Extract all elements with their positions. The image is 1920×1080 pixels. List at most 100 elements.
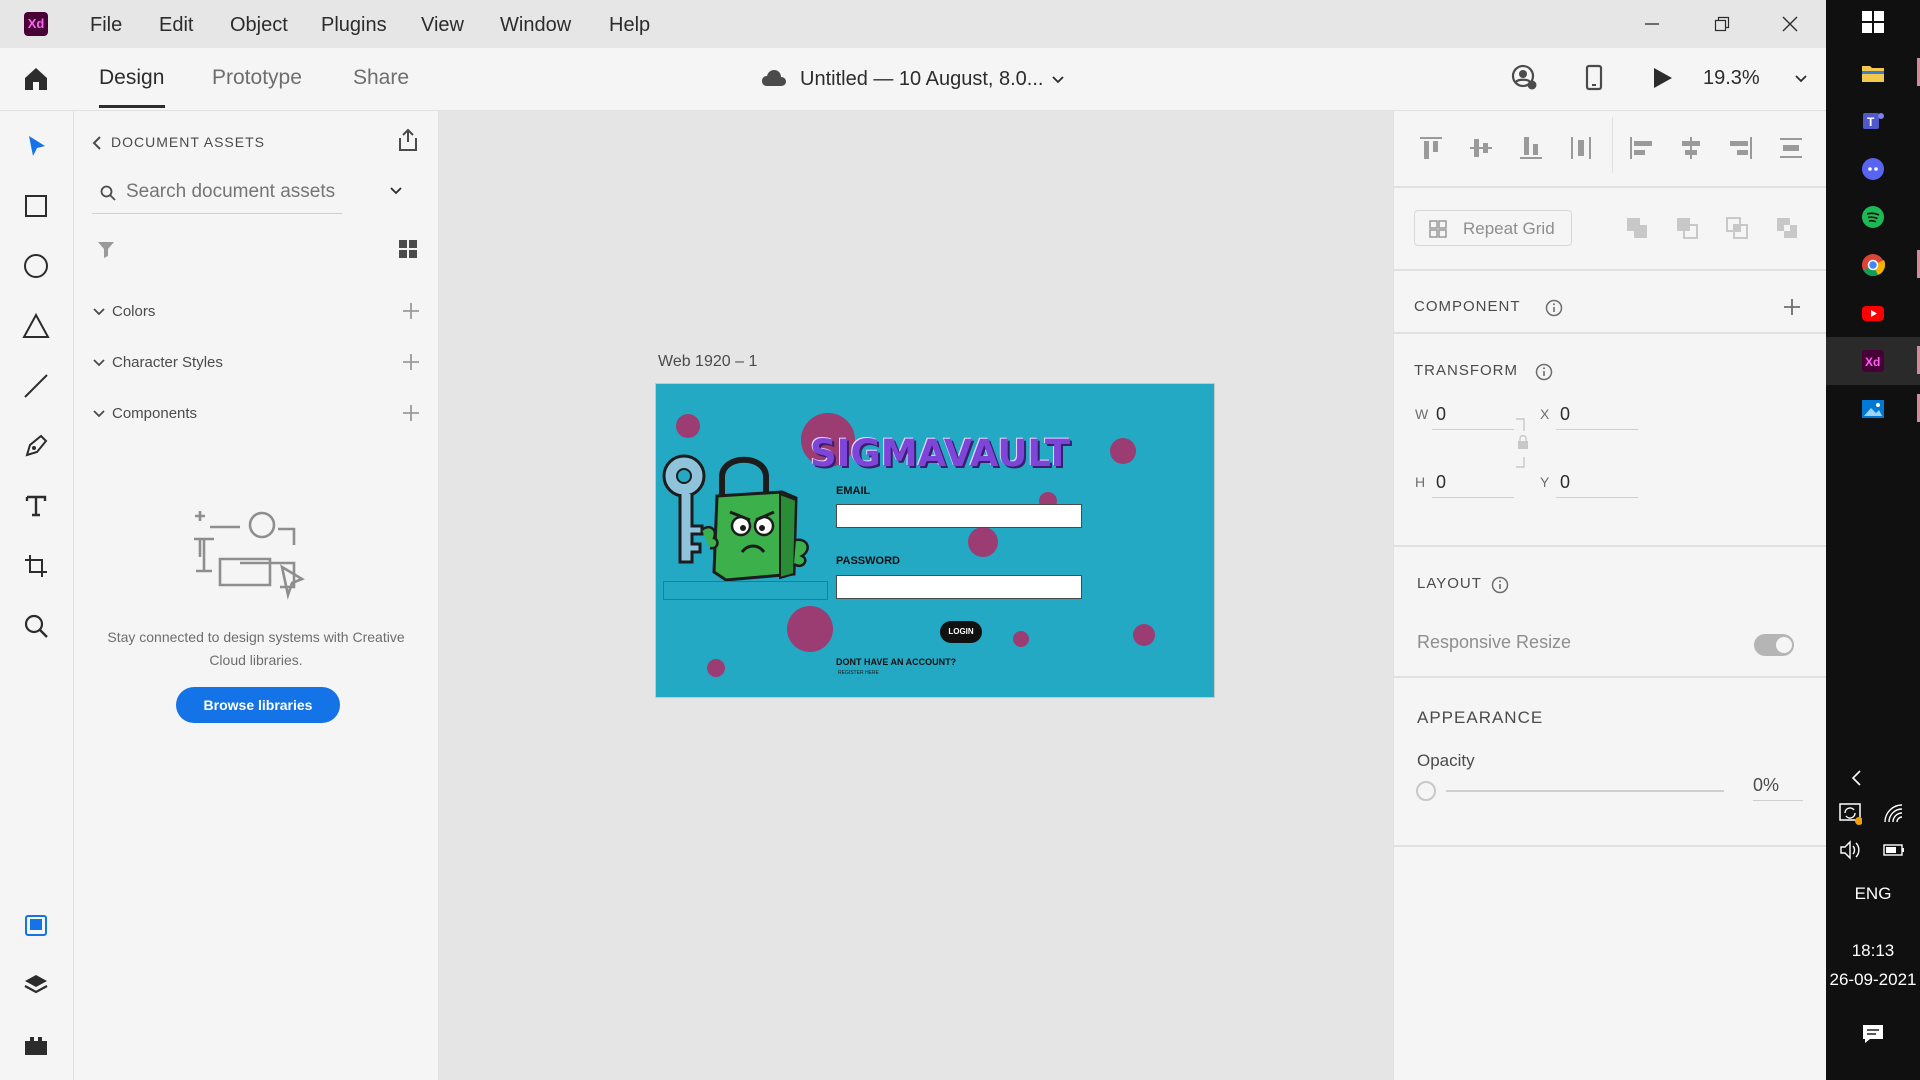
info-icon[interactable] <box>1545 299 1563 317</box>
bubble-shape[interactable] <box>1110 438 1136 464</box>
opacity-slider-track[interactable] <box>1446 790 1724 792</box>
lock-aspect-button[interactable] <box>1514 407 1530 479</box>
signup-prompt-text[interactable]: DONT HAVE AN ACCOUNT? <box>836 657 956 667</box>
layers-button[interactable] <box>22 971 50 999</box>
browse-libraries-button[interactable]: Browse libraries <box>176 687 340 723</box>
line-tool[interactable] <box>22 372 50 400</box>
add-character-style-button[interactable] <box>400 351 422 373</box>
filter-button[interactable] <box>96 239 116 259</box>
bubble-shape[interactable] <box>676 414 700 438</box>
tab-prototype[interactable]: Prototype <box>212 66 302 90</box>
taskbar-chrome[interactable] <box>1861 253 1885 277</box>
assets-section-components[interactable]: Components <box>92 402 422 426</box>
plugins-button[interactable] <box>22 1031 50 1059</box>
align-middle-button[interactable] <box>1466 133 1496 163</box>
share-user-button[interactable] <box>1509 63 1539 93</box>
export-assets-button[interactable] <box>396 128 420 152</box>
action-center-button[interactable] <box>1861 1022 1885 1046</box>
artboard-tool[interactable] <box>22 552 50 580</box>
boolean-exclude-button[interactable] <box>1774 215 1800 241</box>
login-button-shape[interactable]: LOGIN <box>940 621 982 643</box>
opacity-slider-handle[interactable] <box>1416 781 1436 801</box>
home-button[interactable] <box>22 65 50 93</box>
tray-battery-button[interactable] <box>1882 838 1906 862</box>
menu-help[interactable]: Help <box>609 14 650 37</box>
grid-view-button[interactable] <box>398 239 418 259</box>
artboard-web-1920-1[interactable]: SIGMAVAULT EMAIL PASSWORD LOGIN DONT HAV… <box>655 383 1215 698</box>
y-input[interactable] <box>1556 467 1638 498</box>
lock-mascot-icon[interactable] <box>662 442 832 582</box>
add-color-button[interactable] <box>400 300 422 322</box>
distribute-vertical-button[interactable] <box>1566 133 1596 163</box>
menu-window[interactable]: Window <box>500 14 571 37</box>
align-left-button[interactable] <box>1626 133 1656 163</box>
restore-button[interactable] <box>1702 10 1742 38</box>
add-component-button[interactable] <box>400 402 422 424</box>
email-field-shape[interactable] <box>836 504 1082 528</box>
boolean-intersect-button[interactable] <box>1724 215 1750 241</box>
height-input[interactable] <box>1432 467 1514 498</box>
pen-tool[interactable] <box>22 432 50 460</box>
taskbar-discord[interactable] <box>1861 157 1885 181</box>
ellipse-tool[interactable] <box>22 252 50 280</box>
select-tool[interactable] <box>22 132 50 160</box>
align-right-button[interactable] <box>1726 133 1756 163</box>
bubble-shape[interactable] <box>787 606 833 652</box>
search-filter-dropdown[interactable] <box>388 183 404 199</box>
taskbar-teams[interactable]: T <box>1861 109 1885 133</box>
clock-date[interactable]: 26-09-2021 <box>1826 970 1920 990</box>
distribute-horizontal-button[interactable] <box>1776 133 1806 163</box>
create-component-button[interactable] <box>1781 296 1803 318</box>
info-icon[interactable] <box>1491 576 1509 594</box>
zoom-level[interactable]: 19.3% <box>1703 67 1760 90</box>
opacity-input[interactable] <box>1753 770 1803 801</box>
align-top-button[interactable] <box>1416 133 1446 163</box>
menu-file[interactable]: File <box>90 14 122 37</box>
assets-search-input[interactable] <box>126 175 336 209</box>
repeat-grid-button[interactable]: Repeat Grid <box>1414 210 1572 246</box>
bubble-shape[interactable] <box>1013 631 1029 647</box>
rectangle-tool[interactable] <box>22 192 50 220</box>
desktop-preview-button[interactable] <box>1649 65 1675 91</box>
align-center-button[interactable] <box>1676 133 1706 163</box>
tab-share[interactable]: Share <box>353 66 409 90</box>
tray-sync-button[interactable] <box>1838 802 1862 826</box>
info-icon[interactable] <box>1535 363 1553 381</box>
x-input[interactable] <box>1556 399 1638 430</box>
boolean-add-button[interactable] <box>1624 215 1650 241</box>
assets-back-button[interactable] <box>90 134 104 152</box>
design-canvas[interactable]: Web 1920 – 1 SIGMAVAULT EMAIL PASSWORD L… <box>439 111 1393 1080</box>
bubble-shape[interactable] <box>1133 624 1155 646</box>
start-button[interactable] <box>1861 10 1885 34</box>
document-assets-button[interactable] <box>22 911 50 939</box>
tab-design[interactable]: Design <box>99 66 164 90</box>
menu-view[interactable]: View <box>421 14 464 37</box>
bubble-shape[interactable] <box>968 527 998 557</box>
text-tool[interactable] <box>22 492 50 520</box>
tray-wifi-button[interactable] <box>1882 802 1906 826</box>
password-label[interactable]: PASSWORD <box>836 555 900 567</box>
close-window-button[interactable] <box>1770 10 1810 38</box>
device-preview-button[interactable] <box>1581 63 1607 93</box>
responsive-resize-toggle[interactable] <box>1754 634 1794 656</box>
password-field-shape[interactable] <box>836 575 1082 599</box>
taskbar-spotify[interactable] <box>1861 205 1885 229</box>
width-input[interactable] <box>1432 399 1514 430</box>
assets-section-character-styles[interactable]: Character Styles <box>92 351 422 375</box>
menu-plugins[interactable]: Plugins <box>321 14 387 37</box>
email-label[interactable]: EMAIL <box>836 485 870 497</box>
taskbar-youtube[interactable] <box>1861 301 1885 325</box>
polygon-tool[interactable] <box>22 312 50 340</box>
clock-time[interactable]: 18:13 <box>1826 941 1920 961</box>
show-hidden-icons-button[interactable] <box>1845 766 1869 790</box>
minimize-button[interactable] <box>1632 10 1672 38</box>
align-bottom-button[interactable] <box>1516 133 1546 163</box>
document-title[interactable]: Untitled — 10 August, 8.0... <box>800 68 1043 91</box>
boolean-subtract-button[interactable] <box>1674 215 1700 241</box>
signup-link-text[interactable]: REGISTER HERE <box>838 670 879 676</box>
zoom-dropdown[interactable] <box>1793 71 1809 87</box>
taskbar-adobe-xd[interactable]: Xd <box>1861 349 1885 373</box>
bubble-shape[interactable] <box>707 659 725 677</box>
document-menu-chevron[interactable] <box>1050 72 1066 88</box>
taskbar-file-explorer[interactable] <box>1861 61 1885 85</box>
